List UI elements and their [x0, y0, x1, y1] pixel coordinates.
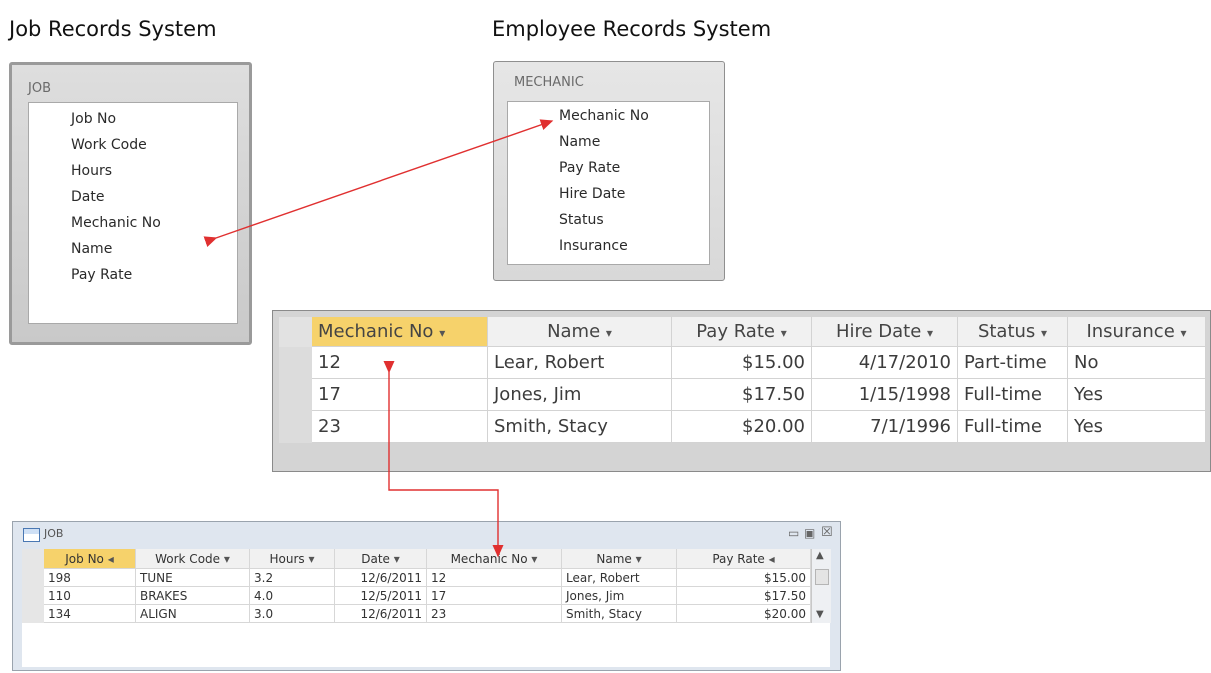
row-selector[interactable]: [22, 587, 44, 606]
mechanic-datasheet: Mechanic No ▾ Name ▾ Pay Rate ▾ Hire Dat…: [272, 310, 1211, 472]
job-datasheet-window: JOB ▭ ▣ ☒ Job No ◂ Work Code ▾ Hours ▾ D…: [12, 521, 841, 671]
table-cell[interactable]: ALIGN: [136, 605, 250, 623]
table-cell[interactable]: No: [1068, 347, 1206, 379]
column-header-mechanic-no[interactable]: Mechanic No ▾: [312, 317, 488, 347]
datasheet-corner: [279, 317, 313, 347]
column-header-name[interactable]: Name ▾: [488, 317, 672, 347]
row-selector[interactable]: [22, 605, 44, 623]
table-cell[interactable]: 4.0: [250, 587, 335, 605]
column-header-job-no[interactable]: Job No ◂: [44, 549, 136, 569]
table-cell[interactable]: Full-time: [958, 411, 1068, 443]
table-cell[interactable]: 134: [44, 605, 136, 623]
job-field-list: JOB Job No Work Code Hours Date Mechanic…: [9, 62, 252, 345]
maximize-icon[interactable]: ▣: [804, 526, 815, 540]
job-field-item: Work Code: [71, 137, 147, 153]
table-cell[interactable]: 12/6/2011: [335, 569, 427, 587]
job-field-item: Job No: [71, 111, 117, 127]
table-cell[interactable]: 12: [427, 569, 562, 587]
scroll-thumb[interactable]: [815, 569, 829, 585]
column-header-status[interactable]: Status ▾: [958, 317, 1068, 347]
row-selector[interactable]: [279, 347, 312, 380]
table-cell[interactable]: Yes: [1068, 411, 1206, 443]
table-cell[interactable]: 3.2: [250, 569, 335, 587]
job-records-heading: Job Records System: [9, 17, 217, 41]
table-cell[interactable]: Smith, Stacy: [488, 411, 672, 443]
column-header-date[interactable]: Date ▾: [335, 549, 427, 569]
table-cell[interactable]: $17.50: [672, 379, 812, 411]
table-cell[interactable]: Jones, Jim: [488, 379, 672, 411]
table-cell[interactable]: 198: [44, 569, 136, 587]
employee-records-heading: Employee Records System: [492, 17, 772, 41]
table-cell[interactable]: 4/17/2010: [812, 347, 958, 379]
mechanic-field-item: Hire Date: [559, 186, 626, 202]
close-icon[interactable]: ☒: [821, 525, 833, 540]
mechanic-field-item: Mechanic No: [559, 108, 649, 124]
scroll-down-icon[interactable]: ▼: [816, 609, 824, 620]
vertical-scrollbar[interactable]: ▲ ▼: [811, 549, 831, 623]
table-cell[interactable]: 17: [427, 587, 562, 605]
table-cell[interactable]: 7/1/1996: [812, 411, 958, 443]
table-cell[interactable]: 110: [44, 587, 136, 605]
mechanic-datasheet-grid: Mechanic No ▾ Name ▾ Pay Rate ▾ Hire Dat…: [312, 317, 1206, 443]
column-header-name[interactable]: Name ▾: [562, 549, 677, 569]
column-header-hours[interactable]: Hours ▾: [250, 549, 335, 569]
table-cell[interactable]: BRAKES: [136, 587, 250, 605]
column-header-pay-rate[interactable]: Pay Rate ▾: [672, 317, 812, 347]
table-icon: [23, 528, 40, 542]
column-header-insurance[interactable]: Insurance ▾: [1068, 317, 1206, 347]
row-selector[interactable]: [279, 411, 312, 443]
job-field-item: Date: [71, 189, 105, 205]
table-cell[interactable]: 12/6/2011: [335, 605, 427, 623]
row-selector[interactable]: [279, 379, 312, 412]
column-header-mechanic-no[interactable]: Mechanic No ▾: [427, 549, 562, 569]
column-header-work-code[interactable]: Work Code ▾: [136, 549, 250, 569]
table-cell[interactable]: Smith, Stacy: [562, 605, 677, 623]
row-selector[interactable]: [22, 569, 44, 588]
mechanic-field-list-title: MECHANIC: [514, 75, 584, 90]
job-field-item: Pay Rate: [71, 267, 133, 283]
mechanic-field-item: Insurance: [559, 238, 628, 254]
table-cell[interactable]: 23: [427, 605, 562, 623]
table-cell[interactable]: $20.00: [677, 605, 811, 623]
table-cell[interactable]: Lear, Robert: [562, 569, 677, 587]
table-cell[interactable]: TUNE: [136, 569, 250, 587]
table-cell[interactable]: Jones, Jim: [562, 587, 677, 605]
table-cell[interactable]: $20.00: [672, 411, 812, 443]
table-cell[interactable]: $15.00: [672, 347, 812, 379]
window-title-bar: JOB ▭ ▣ ☒: [13, 522, 840, 548]
table-cell[interactable]: 17: [312, 379, 488, 411]
job-field-item: Name: [71, 241, 113, 257]
table-cell[interactable]: 1/15/1998: [812, 379, 958, 411]
job-field-list-title: JOB: [28, 81, 51, 96]
column-header-pay-rate[interactable]: Pay Rate ◂: [677, 549, 811, 569]
minimize-icon[interactable]: ▭: [788, 526, 799, 540]
mechanic-field-list: MECHANIC Mechanic No Name Pay Rate Hire …: [493, 61, 725, 281]
table-cell[interactable]: Part-time: [958, 347, 1068, 379]
table-cell[interactable]: $15.00: [677, 569, 811, 587]
table-cell[interactable]: $17.50: [677, 587, 811, 605]
table-cell[interactable]: 3.0: [250, 605, 335, 623]
job-datasheet-grid: Job No ◂ Work Code ▾ Hours ▾ Date ▾ Mech…: [22, 549, 831, 667]
datasheet-corner: [22, 549, 44, 569]
mechanic-field-item: Name: [559, 134, 601, 150]
mechanic-field-item: Status: [559, 212, 604, 228]
table-cell[interactable]: 23: [312, 411, 488, 443]
table-cell[interactable]: 12/5/2011: [335, 587, 427, 605]
job-field-item: Mechanic No: [71, 215, 161, 231]
scroll-up-icon[interactable]: ▲: [816, 550, 824, 561]
job-field-list-body: Job No Work Code Hours Date Mechanic No …: [28, 102, 238, 324]
table-cell[interactable]: Full-time: [958, 379, 1068, 411]
table-cell[interactable]: Lear, Robert: [488, 347, 672, 379]
mechanic-field-item: Pay Rate: [559, 160, 621, 176]
column-header-hire-date[interactable]: Hire Date ▾: [812, 317, 958, 347]
table-cell[interactable]: 12: [312, 347, 488, 379]
window-title: JOB: [44, 527, 64, 540]
job-field-item: Hours: [71, 163, 113, 179]
table-cell[interactable]: Yes: [1068, 379, 1206, 411]
mechanic-field-list-body: Mechanic No Name Pay Rate Hire Date Stat…: [507, 101, 710, 265]
